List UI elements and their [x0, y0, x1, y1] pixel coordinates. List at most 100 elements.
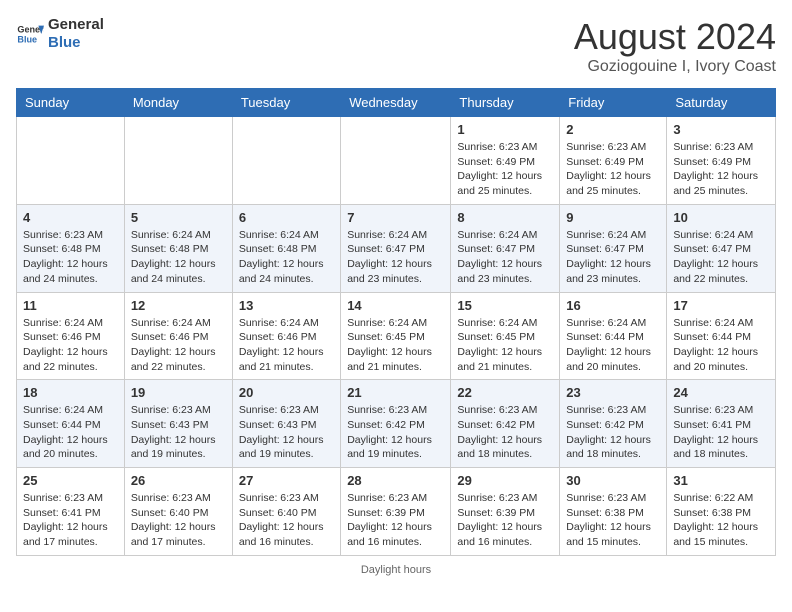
calendar-cell: 14 Sunrise: 6:24 AM Sunset: 6:45 PM Dayli… — [341, 292, 451, 380]
logo-text-blue: Blue — [48, 34, 104, 52]
calendar-cell: 16 Sunrise: 6:24 AM Sunset: 6:44 PM Dayli… — [560, 292, 667, 380]
day-info: Sunrise: 6:24 AM Sunset: 6:45 PM Dayligh… — [347, 316, 444, 375]
day-number: 24 — [673, 385, 769, 400]
calendar-week-row: 4 Sunrise: 6:23 AM Sunset: 6:48 PM Daylig… — [17, 204, 776, 292]
day-info: Sunrise: 6:23 AM Sunset: 6:43 PM Dayligh… — [131, 403, 226, 462]
day-info: Sunrise: 6:24 AM Sunset: 6:47 PM Dayligh… — [566, 228, 660, 287]
calendar-cell: 6 Sunrise: 6:24 AM Sunset: 6:48 PM Daylig… — [232, 204, 340, 292]
calendar-cell: 31 Sunrise: 6:22 AM Sunset: 6:38 PM Dayli… — [667, 468, 776, 556]
day-number: 11 — [23, 298, 118, 313]
day-info: Sunrise: 6:24 AM Sunset: 6:45 PM Dayligh… — [457, 316, 553, 375]
calendar-week-row: 25 Sunrise: 6:23 AM Sunset: 6:41 PM Dayli… — [17, 468, 776, 556]
day-number: 25 — [23, 473, 118, 488]
day-info: Sunrise: 6:24 AM Sunset: 6:46 PM Dayligh… — [131, 316, 226, 375]
day-info: Sunrise: 6:22 AM Sunset: 6:38 PM Dayligh… — [673, 491, 769, 550]
day-info: Sunrise: 6:24 AM Sunset: 6:46 PM Dayligh… — [239, 316, 334, 375]
calendar-cell: 18Sunrise: 6:24 AM Sunset: 6:44 PM Dayli… — [17, 380, 125, 468]
footer-note: Daylight hours — [16, 564, 776, 576]
day-info: Sunrise: 6:24 AM Sunset: 6:46 PM Dayligh… — [23, 316, 118, 375]
day-number: 12 — [131, 298, 226, 313]
day-info: Sunrise: 6:23 AM Sunset: 6:49 PM Dayligh… — [457, 140, 553, 199]
day-info: Sunrise: 6:24 AM Sunset: 6:48 PM Dayligh… — [131, 228, 226, 287]
day-info: Sunrise: 6:23 AM Sunset: 6:48 PM Dayligh… — [23, 228, 118, 287]
calendar-cell — [232, 117, 340, 205]
calendar-header-thursday: Thursday — [451, 89, 560, 117]
day-number: 27 — [239, 473, 334, 488]
calendar-cell: 20Sunrise: 6:23 AM Sunset: 6:43 PM Dayli… — [232, 380, 340, 468]
day-info: Sunrise: 6:23 AM Sunset: 6:49 PM Dayligh… — [673, 140, 769, 199]
day-info: Sunrise: 6:23 AM Sunset: 6:41 PM Dayligh… — [673, 403, 769, 462]
day-info: Sunrise: 6:23 AM Sunset: 6:42 PM Dayligh… — [566, 403, 660, 462]
day-number: 17 — [673, 298, 769, 313]
calendar-cell: 9 Sunrise: 6:24 AM Sunset: 6:47 PM Daylig… — [560, 204, 667, 292]
day-info: Sunrise: 6:24 AM Sunset: 6:47 PM Dayligh… — [457, 228, 553, 287]
calendar-cell: 7 Sunrise: 6:24 AM Sunset: 6:47 PM Daylig… — [341, 204, 451, 292]
calendar-header-wednesday: Wednesday — [341, 89, 451, 117]
day-number: 19 — [131, 385, 226, 400]
day-number: 3 — [673, 122, 769, 137]
day-info: Sunrise: 6:24 AM Sunset: 6:47 PM Dayligh… — [347, 228, 444, 287]
calendar-header-monday: Monday — [124, 89, 232, 117]
day-number: 10 — [673, 210, 769, 225]
day-info: Sunrise: 6:23 AM Sunset: 6:38 PM Dayligh… — [566, 491, 660, 550]
day-info: Sunrise: 6:23 AM Sunset: 6:41 PM Dayligh… — [23, 491, 118, 550]
calendar-cell: 15Sunrise: 6:24 AM Sunset: 6:45 PM Dayli… — [451, 292, 560, 380]
calendar-cell: 22 Sunrise: 6:23 AM Sunset: 6:42 PM Dayli… — [451, 380, 560, 468]
calendar-cell: 27 Sunrise: 6:23 AM Sunset: 6:40 PM Dayli… — [232, 468, 340, 556]
day-number: 31 — [673, 473, 769, 488]
day-number: 9 — [566, 210, 660, 225]
day-info: Sunrise: 6:23 AM Sunset: 6:42 PM Dayligh… — [457, 403, 553, 462]
page-header: General Blue General Blue August 2024 Go… — [16, 16, 776, 76]
calendar-cell: 29 Sunrise: 6:23 AM Sunset: 6:39 PM Dayli… — [451, 468, 560, 556]
calendar-cell: 17 Sunrise: 6:24 AM Sunset: 6:44 PM Dayli… — [667, 292, 776, 380]
logo-text-general: General — [48, 16, 104, 34]
day-number: 16 — [566, 298, 660, 313]
calendar-cell: 23 Sunrise: 6:23 AM Sunset: 6:42 PM Dayli… — [560, 380, 667, 468]
calendar-header-sunday: Sunday — [17, 89, 125, 117]
day-info: Sunrise: 6:23 AM Sunset: 6:43 PM Dayligh… — [239, 403, 334, 462]
svg-text:Blue: Blue — [17, 34, 37, 44]
calendar-cell: 19 Sunrise: 6:23 AM Sunset: 6:43 PM Dayli… — [124, 380, 232, 468]
calendar-cell: 13Sunrise: 6:24 AM Sunset: 6:46 PM Dayli… — [232, 292, 340, 380]
day-number: 23 — [566, 385, 660, 400]
calendar-cell — [17, 117, 125, 205]
day-number: 30 — [566, 473, 660, 488]
calendar-cell: 2Sunrise: 6:23 AM Sunset: 6:49 PM Daylig… — [560, 117, 667, 205]
day-number: 21 — [347, 385, 444, 400]
month-title: August 2024 — [574, 16, 776, 58]
day-info: Sunrise: 6:23 AM Sunset: 6:40 PM Dayligh… — [239, 491, 334, 550]
day-info: Sunrise: 6:23 AM Sunset: 6:39 PM Dayligh… — [457, 491, 553, 550]
day-number: 5 — [131, 210, 226, 225]
calendar-header-saturday: Saturday — [667, 89, 776, 117]
calendar-week-row: 1Sunrise: 6:23 AM Sunset: 6:49 PM Daylig… — [17, 117, 776, 205]
day-info: Sunrise: 6:23 AM Sunset: 6:39 PM Dayligh… — [347, 491, 444, 550]
calendar-cell: 10Sunrise: 6:24 AM Sunset: 6:47 PM Dayli… — [667, 204, 776, 292]
day-info: Sunrise: 6:24 AM Sunset: 6:44 PM Dayligh… — [673, 316, 769, 375]
day-number: 14 — [347, 298, 444, 313]
day-number: 4 — [23, 210, 118, 225]
calendar-cell: 26 Sunrise: 6:23 AM Sunset: 6:40 PM Dayli… — [124, 468, 232, 556]
calendar-cell: 8Sunrise: 6:24 AM Sunset: 6:47 PM Daylig… — [451, 204, 560, 292]
day-number: 6 — [239, 210, 334, 225]
calendar-cell: 5 Sunrise: 6:24 AM Sunset: 6:48 PM Daylig… — [124, 204, 232, 292]
calendar-cell: 30 Sunrise: 6:23 AM Sunset: 6:38 PM Dayli… — [560, 468, 667, 556]
day-info: Sunrise: 6:23 AM Sunset: 6:40 PM Dayligh… — [131, 491, 226, 550]
calendar-header-tuesday: Tuesday — [232, 89, 340, 117]
day-number: 7 — [347, 210, 444, 225]
day-info: Sunrise: 6:24 AM Sunset: 6:44 PM Dayligh… — [23, 403, 118, 462]
day-number: 28 — [347, 473, 444, 488]
day-info: Sunrise: 6:24 AM Sunset: 6:44 PM Dayligh… — [566, 316, 660, 375]
day-number: 22 — [457, 385, 553, 400]
calendar-cell: 25 Sunrise: 6:23 AM Sunset: 6:41 PM Dayli… — [17, 468, 125, 556]
day-number: 26 — [131, 473, 226, 488]
logo-icon: General Blue — [16, 20, 44, 48]
calendar-cell: 3 Sunrise: 6:23 AM Sunset: 6:49 PM Daylig… — [667, 117, 776, 205]
day-info: Sunrise: 6:24 AM Sunset: 6:48 PM Dayligh… — [239, 228, 334, 287]
calendar-week-row: 11 Sunrise: 6:24 AM Sunset: 6:46 PM Dayli… — [17, 292, 776, 380]
calendar-cell: 12 Sunrise: 6:24 AM Sunset: 6:46 PM Dayli… — [124, 292, 232, 380]
day-number: 29 — [457, 473, 553, 488]
day-info: Sunrise: 6:23 AM Sunset: 6:49 PM Dayligh… — [566, 140, 660, 199]
calendar-cell: 24 Sunrise: 6:23 AM Sunset: 6:41 PM Dayli… — [667, 380, 776, 468]
title-area: August 2024 Goziogouine I, Ivory Coast — [574, 16, 776, 76]
calendar-cell — [124, 117, 232, 205]
